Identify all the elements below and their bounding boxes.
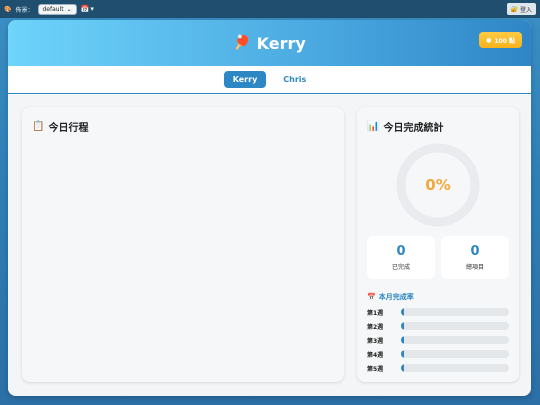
login-label: 登入 [519,6,532,14]
stats-panel: 📊 今日完成統計 0% 0 已完成 0 總項目 📅 本月完成率 第1週 第2週 … [357,107,519,382]
theme-select-value: default [42,5,64,13]
week-label: 第1週 [367,309,384,317]
tab-kerry[interactable]: Kerry [223,71,267,88]
schedule-title-text: 今日行程 [48,123,89,134]
week-progress-track [401,308,509,316]
header: 🏓 Kerry ● 100 點 [8,20,531,66]
week-row: 第1週 [367,307,509,317]
completed-stat: 0 已完成 [367,236,435,279]
monthly-title-text: 本月完成率 [378,293,414,301]
week-label: 第2週 [367,323,384,331]
user-tabs: Kerry Chris [8,66,531,94]
week-progress-track [401,364,509,372]
week-label: 第3週 [367,337,384,345]
calendar-button[interactable]: 📅 ▾ [81,5,94,13]
week-progress-fill [401,336,405,344]
schedule-panel: 📋 今日行程 [22,107,344,382]
stats-title-text: 今日完成統計 [383,123,444,134]
calendar-icon: 📅 [367,293,376,301]
monthly-title: 📅 本月完成率 [367,292,414,302]
completed-label: 已完成 [391,264,410,271]
ping-pong-icon: 🏓 [233,35,251,51]
week-progress-fill [401,308,405,316]
stats-title: 📊 今日完成統計 [367,119,443,134]
week-row: 第5週 [367,363,509,373]
coin-icon: ● [486,36,492,44]
points-label: 100 點 [494,37,515,45]
page-title-text: Kerry [256,33,306,53]
week-progress-fill [401,322,405,330]
clipboard-icon: 📋 [32,121,45,132]
points-badge[interactable]: ● 100 點 [479,32,522,48]
total-count: 0 [470,244,480,259]
completed-count: 0 [396,244,406,259]
total-label: 總項目 [465,264,484,271]
theme-label: 佈景： [15,6,34,14]
week-label: 第5週 [367,365,384,373]
bar-chart-icon: 📊 [367,121,380,132]
completion-percent: 0% [425,176,451,194]
schedule-title: 📋 今日行程 [32,119,88,134]
page-title: 🏓 Kerry [233,34,306,53]
login-button[interactable]: 🔐 登入 [506,3,536,15]
palette-icon: 🎨 [4,5,12,13]
week-progress-track [401,336,509,344]
content-area: 📋 今日行程 📊 今日完成統計 0% 0 已完成 0 總項目 📅 本月完成率 第… [8,95,531,396]
week-row: 第2週 [367,321,509,331]
week-row: 第4週 [367,349,509,359]
main-card: 🏓 Kerry ● 100 點 Kerry Chris 📋 今日行程 📊 今日完… [8,20,531,396]
calendar-icon: 📅 [80,5,90,13]
week-progress-track [401,322,509,330]
chevron-down-icon: ⌄ [66,5,72,13]
login-icon: 🔐 [510,5,518,13]
week-row: 第3週 [367,335,509,345]
theme-select[interactable]: default ⌄ [37,3,77,15]
week-progress-fill [401,364,405,372]
tab-chris[interactable]: Chris [274,71,315,88]
week-label: 第4週 [367,351,384,359]
week-progress-fill [401,350,405,358]
total-stat: 0 總項目 [441,236,509,279]
chevron-down-icon: ▾ [90,5,94,13]
week-progress-track [401,350,509,358]
top-bar: 🎨 佈景： default ⌄ 📅 ▾ 🔐 登入 [0,0,540,18]
